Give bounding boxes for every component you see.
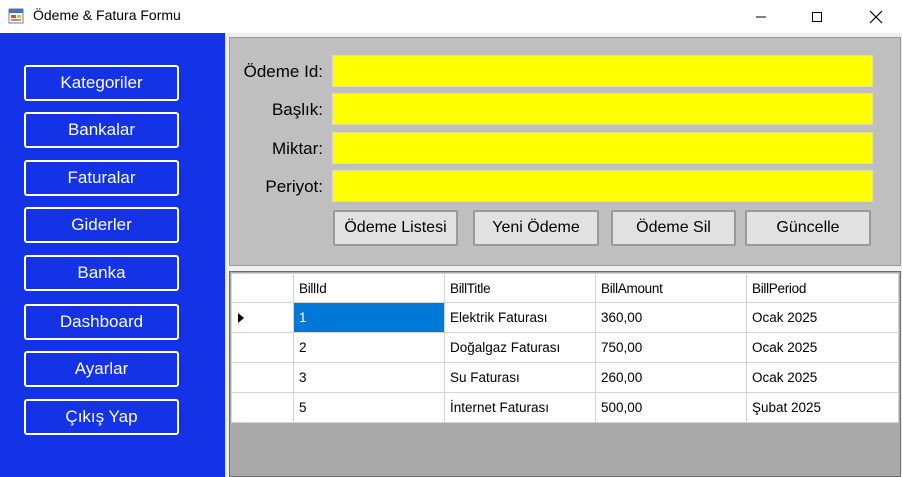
- form-app-icon: [8, 8, 24, 24]
- column-header-billamount[interactable]: BillAmount: [595, 273, 747, 303]
- row-header[interactable]: [231, 302, 294, 333]
- delete-payment-button[interactable]: Ödeme Sil: [611, 210, 736, 246]
- column-header-billperiod[interactable]: BillPeriod: [746, 273, 899, 303]
- table-cell[interactable]: 3: [293, 362, 445, 393]
- period-label: Periyot:: [265, 177, 323, 196]
- close-icon: [869, 10, 883, 23]
- sidebar-button-ayarlar[interactable]: Ayarlar: [24, 351, 179, 387]
- sidebar-button-giderler[interactable]: Giderler: [24, 207, 179, 243]
- payment-id-input[interactable]: [332, 55, 873, 87]
- row-header[interactable]: [231, 362, 294, 393]
- table-cell[interactable]: Şubat 2025: [746, 392, 899, 423]
- bills-table: BillId BillTitle BillAmount BillPeriod 1…: [231, 273, 899, 423]
- title-label: Başlık:: [271, 100, 323, 119]
- table-cell[interactable]: Ocak 2025: [746, 332, 899, 363]
- maximize-button[interactable]: [794, 0, 840, 33]
- table-row[interactable]: 3 Su Faturası 260,00 Ocak 2025: [231, 362, 899, 393]
- payment-id-label: Ödeme Id:: [243, 62, 323, 81]
- table-row[interactable]: 1 Elektrik Faturası 360,00 Ocak 2025: [231, 302, 899, 333]
- period-input[interactable]: [332, 170, 873, 202]
- maximize-icon: [812, 11, 822, 22]
- amount-label: Miktar:: [272, 139, 323, 158]
- table-cell[interactable]: 360,00: [595, 302, 747, 333]
- column-header-billid[interactable]: BillId: [293, 273, 445, 303]
- sidebar-button-banka[interactable]: Banka: [24, 255, 179, 291]
- grid-header-row: BillId BillTitle BillAmount BillPeriod: [231, 273, 899, 303]
- sidebar-button-faturalar[interactable]: Faturalar: [24, 160, 179, 196]
- close-button[interactable]: [853, 0, 899, 33]
- table-cell[interactable]: Doğalgaz Faturası: [444, 332, 596, 363]
- table-row[interactable]: 5 İnternet Faturası 500,00 Şubat 2025: [231, 392, 899, 423]
- column-header-billtitle[interactable]: BillTitle: [444, 273, 596, 303]
- table-cell[interactable]: Ocak 2025: [746, 362, 899, 393]
- sidebar: Kategoriler Bankalar Faturalar Giderler …: [0, 33, 225, 477]
- row-header[interactable]: [231, 392, 294, 423]
- update-button[interactable]: Güncelle: [745, 210, 871, 246]
- minimize-icon: [756, 16, 766, 17]
- table-cell[interactable]: Ocak 2025: [746, 302, 899, 333]
- sidebar-button-bankalar[interactable]: Bankalar: [24, 112, 179, 148]
- window-title: Ödeme & Fatura Formu: [33, 7, 181, 23]
- current-row-arrow-icon: [238, 313, 244, 323]
- amount-input[interactable]: [332, 132, 873, 164]
- sidebar-button-kategoriler[interactable]: Kategoriler: [24, 65, 179, 101]
- table-cell[interactable]: 5: [293, 392, 445, 423]
- title-input[interactable]: [332, 93, 873, 125]
- grid-corner-header: [231, 273, 294, 303]
- table-cell[interactable]: Elektrik Faturası: [444, 302, 596, 333]
- minimize-button[interactable]: [738, 0, 784, 33]
- sidebar-button-cikis-yap[interactable]: Çıkış Yap: [24, 399, 179, 435]
- bills-data-grid[interactable]: BillId BillTitle BillAmount BillPeriod 1…: [229, 271, 901, 477]
- table-cell[interactable]: 500,00: [595, 392, 747, 423]
- table-cell[interactable]: 1: [293, 302, 445, 333]
- table-cell[interactable]: 2: [293, 332, 445, 363]
- row-header[interactable]: [231, 332, 294, 363]
- table-cell[interactable]: İnternet Faturası: [444, 392, 596, 423]
- table-cell[interactable]: 750,00: [595, 332, 747, 363]
- payment-list-button[interactable]: Ödeme Listesi: [333, 210, 458, 246]
- title-bar: Ödeme & Fatura Formu: [0, 0, 902, 33]
- table-cell[interactable]: 260,00: [595, 362, 747, 393]
- sidebar-button-dashboard[interactable]: Dashboard: [24, 304, 179, 340]
- payment-form-panel: Ödeme Id: Başlık: Miktar: Periyot: Ödeme…: [229, 37, 901, 266]
- table-row[interactable]: 2 Doğalgaz Faturası 750,00 Ocak 2025: [231, 332, 899, 363]
- table-cell[interactable]: Su Faturası: [444, 362, 596, 393]
- new-payment-button[interactable]: Yeni Ödeme: [473, 210, 599, 246]
